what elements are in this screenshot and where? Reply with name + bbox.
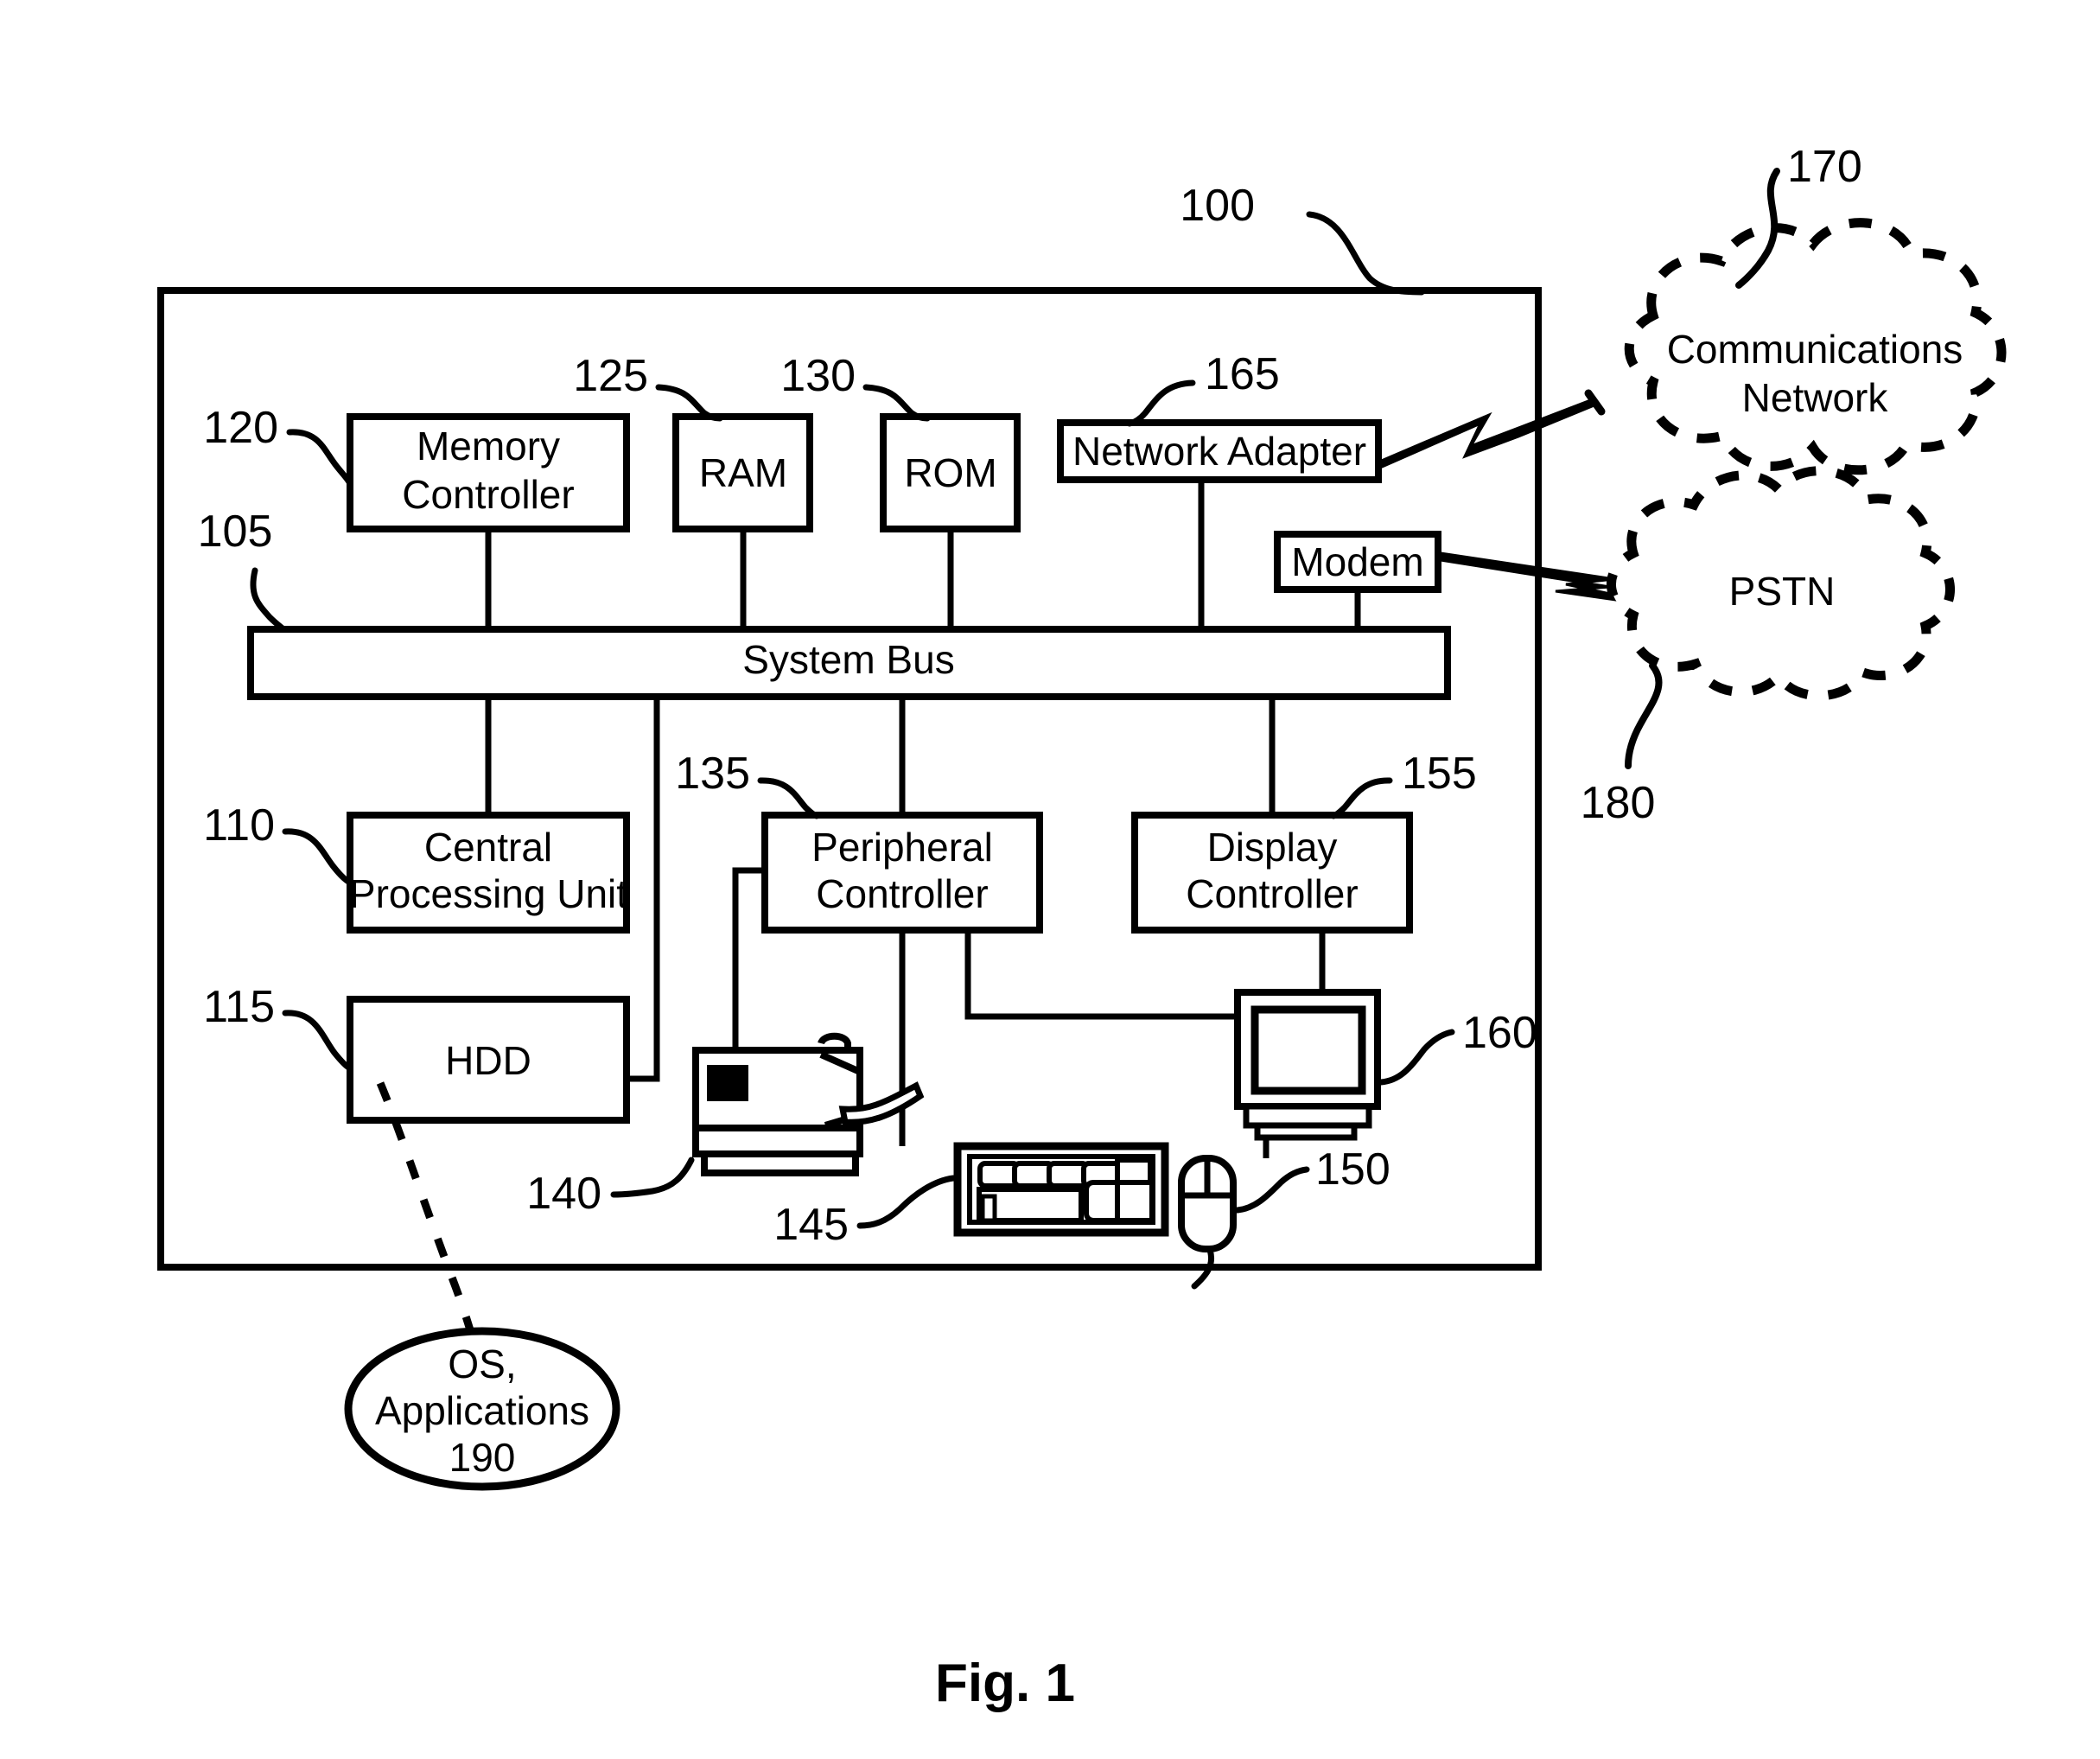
- network-adapter-label: Network Adapter: [1072, 429, 1366, 474]
- keyboard-icon: [953, 1142, 1169, 1237]
- display-controller-label-line2: Controller: [1186, 871, 1358, 916]
- leader-line-180: [1625, 662, 1663, 769]
- pstn-link-arrow: [1439, 551, 1619, 602]
- leader-line-105: [250, 567, 287, 633]
- memory-controller-label-line1: Memory: [417, 424, 560, 468]
- ram-label: RAM: [699, 450, 787, 495]
- ref-number-165: 165: [1205, 349, 1280, 399]
- communications-network-label-line2: Network: [1742, 375, 1889, 420]
- os-applications-label-line3: 190: [449, 1435, 516, 1480]
- ref-number-140: 140: [526, 1169, 601, 1219]
- os-applications-label-line1: OS,: [448, 1342, 516, 1386]
- ref-number-130: 130: [780, 351, 856, 401]
- ref-number-160: 160: [1462, 1008, 1537, 1058]
- network-link-arrow-tip: [1584, 389, 1606, 416]
- os-applications-label-line2: Applications: [375, 1388, 589, 1433]
- ref-number-145: 145: [773, 1200, 849, 1250]
- leader-line-135: [757, 777, 820, 819]
- pstn-label: PSTN: [1729, 569, 1836, 614]
- ref-number-105: 105: [198, 507, 273, 557]
- network-link-arrow: [1378, 399, 1594, 470]
- cpu-label-line1: Central: [424, 825, 552, 870]
- peripheral-controller-label-line2: Controller: [816, 871, 988, 916]
- modem-label: Modem: [1291, 539, 1423, 584]
- rom-label: ROM: [904, 450, 996, 495]
- leader-line-120: [286, 429, 353, 488]
- system-bus-label: System Bus: [742, 637, 954, 682]
- pstn-cloud: PSTN: [1607, 466, 1955, 701]
- leader-line-110: [282, 828, 353, 886]
- ref-number-135: 135: [675, 749, 750, 799]
- bus-connector-hdd: [627, 697, 660, 1082]
- ref-number-125: 125: [573, 351, 648, 401]
- printer-icon: [692, 1032, 925, 1176]
- hdd-label: HDD: [445, 1038, 531, 1083]
- cpu-label-line2: Processing Unit: [349, 871, 627, 916]
- ref-number-120: 120: [203, 403, 278, 453]
- ref-number-150: 150: [1315, 1144, 1390, 1195]
- ref-number-180: 180: [1581, 778, 1656, 828]
- display-controller-label-line1: Display: [1207, 825, 1338, 870]
- leader-line-115: [282, 1010, 353, 1072]
- leader-line-155: [1330, 777, 1393, 819]
- ref-number-155: 155: [1402, 749, 1477, 799]
- os-applications-ellipse: OS, Applications 190: [344, 1327, 620, 1491]
- communications-network-label-line1: Communications: [1667, 327, 1963, 372]
- leader-line-140: [610, 1157, 695, 1198]
- ref-number-170: 170: [1787, 142, 1862, 192]
- communications-network-cloud: Communications Network: [1624, 218, 2007, 475]
- leader-line-160: [1378, 1029, 1455, 1086]
- patent-figure-1: 100 Memory Controller 120 RAM 125 ROM 13…: [157, 142, 2007, 1713]
- monitor-icon: [1234, 989, 1381, 1141]
- ref-number-110: 110: [203, 800, 275, 851]
- printer-connector: [732, 867, 765, 1050]
- leader-line-165: [1126, 379, 1196, 427]
- peripheral-controller-label-line1: Peripheral: [811, 825, 993, 870]
- ref-number-100: 100: [1180, 181, 1255, 231]
- leader-line-100: [1306, 211, 1425, 296]
- leader-line-150: [1234, 1166, 1310, 1214]
- leader-line-145: [856, 1175, 957, 1229]
- ref-number-115: 115: [203, 982, 275, 1032]
- figure-caption: Fig. 1: [935, 1654, 1075, 1713]
- mouse-connector: [964, 930, 1270, 1158]
- hdd-os-dashed-link: [376, 1081, 482, 1359]
- memory-controller-label-line2: Controller: [402, 472, 574, 517]
